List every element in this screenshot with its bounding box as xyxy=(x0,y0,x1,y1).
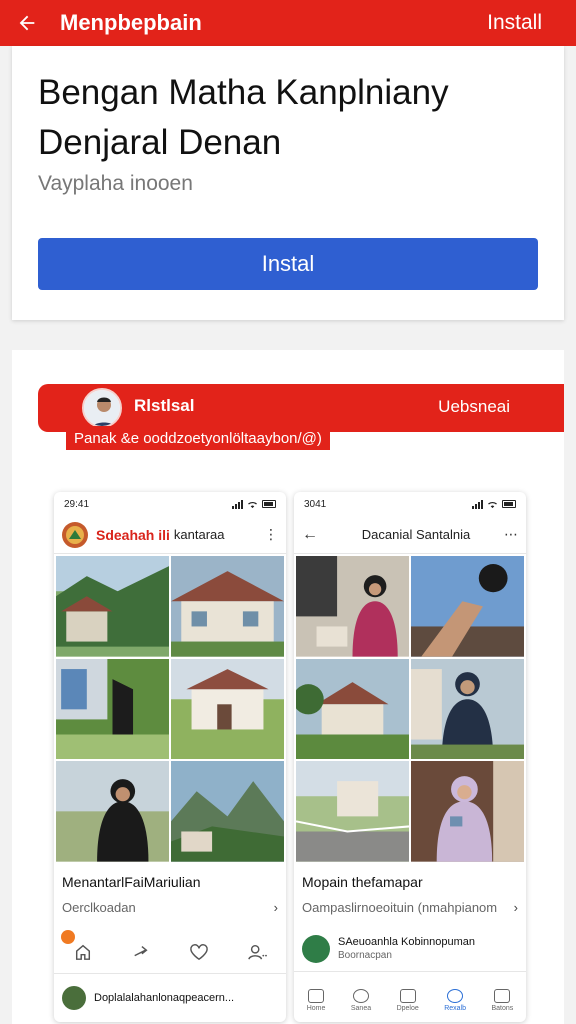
ribbon-caption: Panak &e ooddzoetyonlöltaaybon/@) xyxy=(66,426,330,450)
photo-grid xyxy=(54,554,286,864)
channel-tag: kantaraa xyxy=(173,527,225,542)
channel-name: Sdeahah ili xyxy=(96,526,170,543)
screenshots-card: Rlstlsal Uebsneai Panak &e ooddzoetyonlö… xyxy=(12,350,564,1024)
uploader-name: SAeuoanhla Kobinnopuman xyxy=(338,936,476,948)
app-summary-card: Bengan Matha Kanplniany Denjaral Denan V… xyxy=(12,46,564,320)
tab-home[interactable]: Home xyxy=(307,988,325,1012)
tab-search[interactable]: Sanea xyxy=(351,988,371,1012)
ribbon-name: Rlstlsal xyxy=(134,396,195,415)
avatar xyxy=(302,934,330,963)
compass-icon xyxy=(447,988,464,1003)
chevron-right-icon[interactable]: › xyxy=(274,900,278,915)
avatar xyxy=(62,986,86,1010)
post-header: Sdeahah ili kantaraa ⋮ xyxy=(54,516,286,554)
share-action[interactable] xyxy=(127,938,155,966)
photo-tile[interactable] xyxy=(171,556,284,657)
home-icon xyxy=(308,988,325,1003)
photo-grid xyxy=(294,554,526,864)
notification-badge xyxy=(61,929,75,944)
status-time: 29:41 xyxy=(64,498,90,510)
post-location: Oerclkoadan xyxy=(62,900,136,915)
grid-icon xyxy=(399,988,416,1003)
gallery-caption-sub: Oampaslirnoeoituin (nmahpianom xyxy=(302,900,498,915)
post-actions xyxy=(54,929,286,974)
photo-tile[interactable] xyxy=(56,658,169,760)
battery-icon xyxy=(262,500,276,508)
top-app-bar: Menpbepbain Install xyxy=(0,0,576,46)
tab-profile[interactable]: Batons xyxy=(491,988,513,1012)
signal-icon xyxy=(232,499,243,509)
person-portrait-icon xyxy=(84,390,120,426)
arrow-left-icon xyxy=(19,15,35,31)
photo-tile[interactable] xyxy=(411,556,524,657)
channel-logo-icon xyxy=(62,521,88,548)
gallery-title: Dacanial Santalnia xyxy=(361,527,471,542)
status-time: 3041 xyxy=(304,498,327,510)
photo-tile[interactable] xyxy=(296,658,409,760)
wifi-icon xyxy=(488,501,497,508)
post-title: MenantarlFaiMariulian xyxy=(62,874,201,890)
photo-tile[interactable] xyxy=(411,658,524,760)
photo-tile[interactable] xyxy=(296,761,409,862)
photo-tile[interactable] xyxy=(411,761,524,862)
comment-text: Doplalalahanlonaqpeacern... xyxy=(94,992,235,1004)
tab-explore[interactable]: Rexalb xyxy=(444,988,466,1012)
share-icon xyxy=(134,945,148,956)
home-icon xyxy=(75,944,91,960)
tab-gallery[interactable]: Dpeloe xyxy=(397,988,419,1012)
photo-tile[interactable] xyxy=(171,761,284,862)
status-bar: 3041 xyxy=(294,492,526,516)
bottom-tab-bar: Home Sanea Dpeloe Rexalb Batons xyxy=(294,978,526,1022)
uploader-sub: Boornacpan xyxy=(338,950,392,961)
status-bar: 29:41 xyxy=(54,492,286,516)
install-link[interactable]: Install xyxy=(487,11,560,35)
more-vertical-icon[interactable]: ⋮ xyxy=(264,526,278,543)
search-icon xyxy=(352,988,369,1003)
heart-icon xyxy=(190,943,208,960)
arrow-left-icon[interactable]: ← xyxy=(302,526,318,544)
gallery-caption-title: Mopain thefamapar xyxy=(302,874,423,890)
battery-icon xyxy=(502,500,516,508)
chevron-right-icon[interactable]: › xyxy=(514,900,518,915)
photo-tile[interactable] xyxy=(296,556,409,657)
signal-icon xyxy=(472,499,483,509)
avatar xyxy=(82,388,122,428)
home-action[interactable] xyxy=(61,929,97,966)
wifi-icon xyxy=(248,501,257,508)
post-info: MenantarlFaiMariulian Oerclkoadan › xyxy=(54,864,286,915)
user-icon xyxy=(494,988,511,1003)
ribbon-action[interactable]: Uebsneai xyxy=(438,397,510,417)
comment-preview[interactable]: Doplalalahanlonaqpeacern... xyxy=(54,980,286,1016)
phone-screenshot-right[interactable]: 3041 ← Dacanial Santalnia ⋯ Mopain thefa… xyxy=(294,492,526,1022)
user-icon xyxy=(248,944,267,960)
back-button[interactable] xyxy=(16,7,48,39)
promo-ribbon: Rlstlsal Uebsneai xyxy=(38,384,564,432)
app-headline: Bengan Matha Kanplniany Denjaral Denan xyxy=(38,73,449,162)
photo-tile[interactable] xyxy=(171,658,284,760)
gallery-info: Mopain thefamapar Oampaslirnoeoituin (nm… xyxy=(294,864,526,915)
gallery-header: ← Dacanial Santalnia ⋯ xyxy=(294,516,526,554)
like-action[interactable] xyxy=(185,938,213,966)
photo-tile[interactable] xyxy=(56,761,169,862)
profile-action[interactable] xyxy=(243,938,271,966)
app-subtitle: Vayplaha inooen xyxy=(38,172,193,195)
more-horizontal-icon[interactable]: ⋯ xyxy=(504,526,518,543)
install-button[interactable]: Instal xyxy=(38,238,538,290)
uploader-row[interactable]: SAeuoanhla Kobinnopuman Boornacpan xyxy=(294,926,526,972)
phone-screenshot-left[interactable]: 29:41 Sdeahah ili kantaraa ⋮ MenantarlFa… xyxy=(54,492,286,1022)
photo-tile[interactable] xyxy=(56,556,169,657)
app-bar-title: Menpbepbain xyxy=(60,10,202,35)
